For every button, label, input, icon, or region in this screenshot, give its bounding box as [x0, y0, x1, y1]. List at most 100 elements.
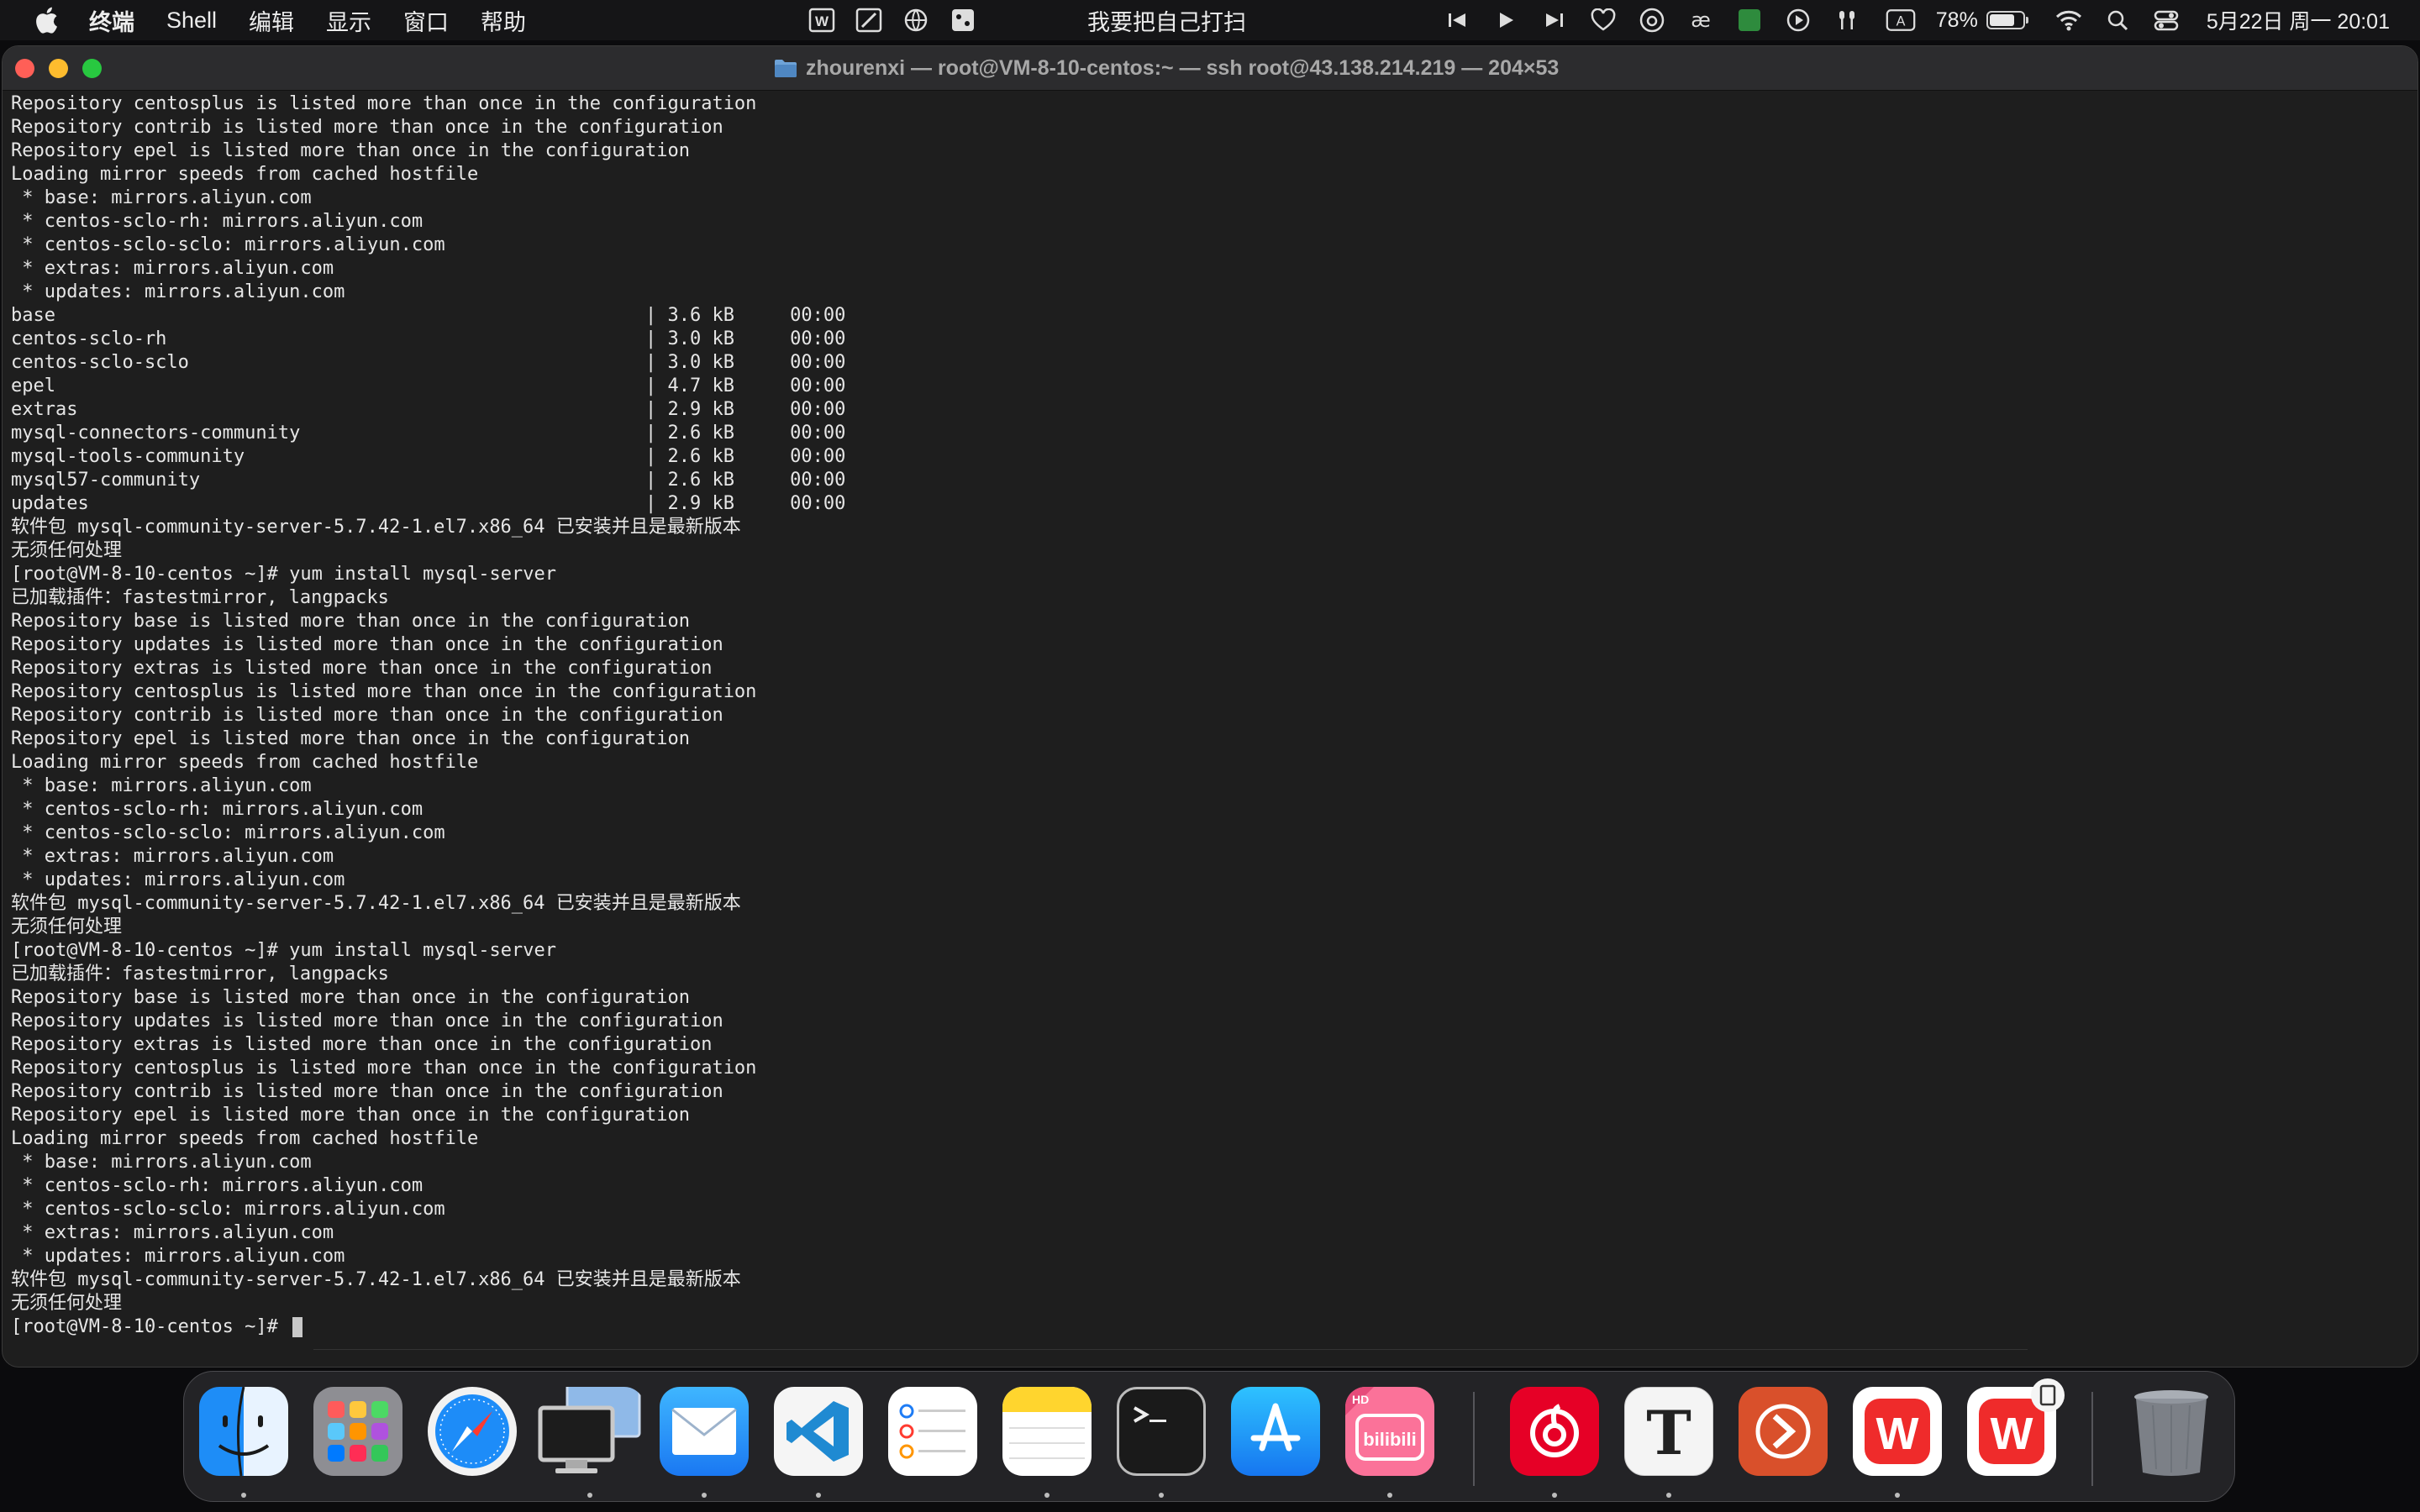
terminal-line: updates | 2.9 kB 00:00: [11, 493, 846, 514]
window-title: zhourenxi — root@VM-8-10-centos:~ — ssh …: [774, 46, 1559, 90]
terminal-line: Repository epel is listed more than once…: [11, 1105, 690, 1126]
vscode-icon[interactable]: [774, 1387, 863, 1476]
terminal-line: * updates: mirrors.aliyun.com: [11, 1246, 345, 1267]
now-playing-lyric[interactable]: 我要把自己打扫: [1087, 4, 1246, 37]
gamepad-icon[interactable]: [948, 5, 978, 35]
svg-text:HD: HD: [1352, 1393, 1369, 1406]
green-status-icon[interactable]: [1734, 5, 1765, 35]
terminal-line: 已加载插件：fastestmirror, langpacks: [11, 963, 389, 984]
menu-extras-right: æ A 78% 5月22日 周一 20:01: [1423, 0, 2390, 40]
netease-music-icon[interactable]: [1510, 1387, 1599, 1476]
terminal-line: Repository epel is listed more than once…: [11, 728, 690, 749]
menu-view[interactable]: 显示: [326, 4, 371, 37]
terminal-line: mysql-connectors-community | 2.6 kB 00:0…: [11, 423, 846, 444]
battery-percent[interactable]: 78%: [1936, 8, 1978, 33]
running-indicator-bilibili: [1387, 1493, 1392, 1498]
running-indicator-typora: [1666, 1493, 1671, 1498]
running-indicator-terminal: [1159, 1493, 1164, 1498]
menu-shell[interactable]: Shell: [166, 8, 217, 34]
netease-music-menu-icon[interactable]: [1637, 5, 1667, 35]
terminal-line: 已加载插件：fastestmirror, langpacks: [11, 587, 389, 608]
heart-icon[interactable]: [1588, 5, 1618, 35]
wifi-icon[interactable]: [2054, 5, 2084, 35]
input-method-icon[interactable]: A: [1886, 5, 1916, 35]
terminal-line: Loading mirror speeds from cached hostfi…: [11, 1128, 479, 1149]
dock: HD bilibili T W W: [183, 1371, 2235, 1502]
airpods-icon[interactable]: [1832, 5, 1862, 35]
terminal-line: Repository contrib is listed more than o…: [11, 705, 723, 726]
terminal-line: * extras: mirrors.aliyun.com: [11, 1222, 334, 1243]
svg-text:W: W: [1991, 1409, 2033, 1459]
dock-separator: [2091, 1392, 2093, 1486]
notes-icon[interactable]: [1002, 1387, 1092, 1476]
terminal-line: * centos-sclo-rh: mirrors.aliyun.com: [11, 799, 424, 820]
terminal-line: * base: mirrors.aliyun.com: [11, 775, 312, 796]
terminal-line: * updates: mirrors.aliyun.com: [11, 281, 345, 302]
menu-app-name[interactable]: 终端: [89, 4, 134, 37]
terminal-icon[interactable]: [1117, 1387, 1206, 1476]
typora-icon[interactable]: T: [1624, 1387, 1713, 1476]
app-store-icon[interactable]: [1231, 1387, 1320, 1476]
word-icon[interactable]: W: [807, 5, 837, 35]
running-indicator-wps: [1895, 1493, 1900, 1498]
play-icon[interactable]: [1491, 5, 1521, 35]
running-indicator-netease-music: [1552, 1493, 1557, 1498]
launchpad-icon[interactable]: [313, 1387, 402, 1476]
battery-fill: [1989, 14, 2015, 26]
terminal-line: Repository centosplus is listed more tha…: [11, 93, 757, 114]
terminal-line: * centos-sclo-sclo: mirrors.aliyun.com: [11, 234, 445, 255]
folder-icon: [775, 60, 797, 77]
zoom-button[interactable]: [82, 58, 102, 78]
safari-icon[interactable]: [428, 1387, 517, 1476]
pen-icon[interactable]: [854, 5, 884, 35]
screen-sharing-icon[interactable]: [535, 1387, 644, 1476]
clock[interactable]: 5月22日 周一 20:01: [2207, 5, 2390, 35]
reminders-icon[interactable]: [888, 1387, 977, 1476]
wps-icon[interactable]: W: [1853, 1387, 1942, 1476]
mail-icon[interactable]: [660, 1387, 749, 1476]
terminal-line: Repository contrib is listed more than o…: [11, 117, 723, 138]
previous-track-icon[interactable]: [1442, 5, 1472, 35]
svg-text:T: T: [1646, 1397, 1691, 1468]
terminal-prompt-line[interactable]: [root@VM-8-10-centos ~]#: [11, 1315, 2409, 1339]
terminal-output[interactable]: Repository centosplus is listed more tha…: [11, 92, 2409, 1341]
minimize-button[interactable]: [49, 58, 68, 78]
ae-icon[interactable]: æ: [1686, 5, 1716, 35]
svg-text:bilibili: bilibili: [1363, 1429, 1417, 1450]
next-track-icon[interactable]: [1539, 5, 1570, 35]
terminal-line: * centos-sclo-sclo: mirrors.aliyun.com: [11, 822, 445, 843]
terminal-line: 软件包 mysql-community-server-5.7.42-1.el7.…: [11, 1269, 741, 1290]
close-button[interactable]: [15, 58, 34, 78]
apple-logo-icon[interactable]: [34, 7, 59, 34]
terminal-line: Loading mirror speeds from cached hostfi…: [11, 752, 479, 773]
terminal-line: 软件包 mysql-community-server-5.7.42-1.el7.…: [11, 893, 741, 914]
terminal-line: Repository updates is listed more than o…: [11, 1011, 723, 1032]
terminal-line: Repository base is listed more than once…: [11, 987, 690, 1008]
terminal-line: Repository contrib is listed more than o…: [11, 1081, 723, 1102]
terminal-line: mysql-tools-community | 2.6 kB 00:00: [11, 446, 846, 467]
play-circle-icon[interactable]: [1783, 5, 1813, 35]
terminal-line: 无须任何处理: [11, 540, 123, 561]
terminal-line: extras | 2.9 kB 00:00: [11, 399, 846, 420]
terminal-line: * base: mirrors.aliyun.com: [11, 1152, 312, 1173]
terminal-line: 无须任何处理: [11, 916, 123, 937]
terminal-line: Repository base is listed more than once…: [11, 611, 690, 632]
title-bar[interactable]: zhourenxi — root@VM-8-10-centos:~ — ssh …: [3, 46, 2417, 91]
globe-icon[interactable]: [901, 5, 931, 35]
terminal-line: * centos-sclo-sclo: mirrors.aliyun.com: [11, 1199, 445, 1220]
control-center-icon[interactable]: [2151, 5, 2181, 35]
menu-window[interactable]: 窗口: [403, 4, 449, 37]
spotlight-search-icon[interactable]: [2102, 5, 2133, 35]
bilibili-icon[interactable]: HD bilibili: [1345, 1387, 1434, 1476]
terminal-line: 无须任何处理: [11, 1293, 123, 1314]
horizontal-scrollbar[interactable]: [313, 1349, 2028, 1362]
trash-icon[interactable]: [2127, 1387, 2216, 1476]
finder-icon[interactable]: [199, 1387, 288, 1476]
remote-desktop-icon[interactable]: [1739, 1387, 1828, 1476]
terminal-line: * centos-sclo-rh: mirrors.aliyun.com: [11, 211, 424, 232]
battery-icon[interactable]: [1986, 11, 2028, 29]
ipad-sidecar-icon[interactable]: [2031, 1378, 2065, 1412]
menu-edit[interactable]: 编辑: [249, 4, 294, 37]
running-indicator-mail: [702, 1493, 707, 1498]
menu-help[interactable]: 帮助: [481, 4, 526, 37]
